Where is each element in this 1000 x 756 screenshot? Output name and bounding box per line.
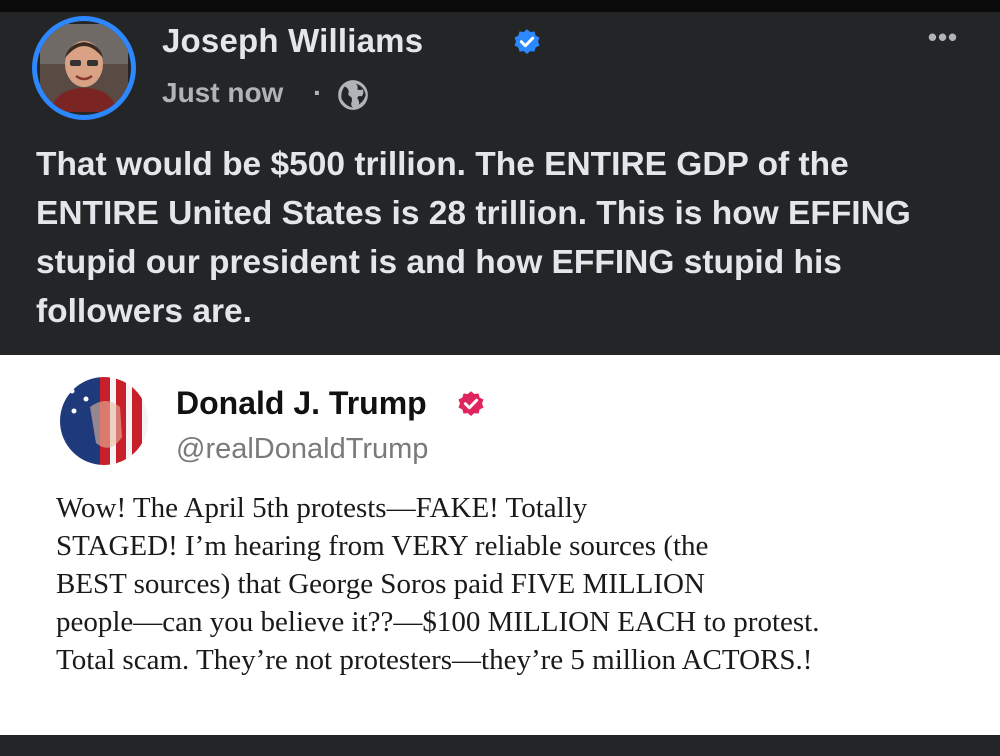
facebook-post: Joseph Williams Just now · ••• That woul…	[0, 0, 1000, 756]
post-timestamp[interactable]: Just now	[162, 77, 283, 109]
tweet-line: people—can you believe it??—$100 MILLION…	[56, 606, 820, 638]
tweet-line: BEST sources) that George Soros paid FIV…	[56, 568, 705, 600]
globe-icon[interactable]	[336, 78, 370, 112]
tweet-line: Total scam. They’re not protesters—they’…	[56, 644, 813, 676]
tweet-line: STAGED! I’m hearing from VERY reliable s…	[56, 530, 709, 562]
top-edge	[0, 0, 1000, 12]
verified-badge-icon	[458, 391, 484, 416]
author-name[interactable]: Joseph Williams	[162, 22, 423, 60]
tweet-author-name[interactable]: Donald J. Trump	[176, 385, 427, 422]
verified-badge-icon	[514, 29, 540, 54]
tweet-avatar	[60, 377, 148, 465]
author-photo	[40, 24, 128, 112]
tweet-text: Wow! The April 5th protests—FAKE! Totall…	[56, 489, 976, 679]
more-options-icon[interactable]: •••	[918, 22, 968, 52]
author-avatar[interactable]	[32, 16, 136, 120]
post-text: That would be $500 trillion. The ENTIRE …	[36, 146, 911, 330]
tweet-line: Wow! The April 5th protests—FAKE! Totall…	[56, 492, 588, 524]
bottom-edge	[0, 735, 1000, 756]
separator-dot: ·	[313, 77, 323, 108]
tweet-screenshot[interactable]: Donald J. Trump @realDonaldTrump Wow! Th…	[0, 355, 1000, 735]
tweet-handle[interactable]: @realDonaldTrump	[176, 433, 428, 466]
